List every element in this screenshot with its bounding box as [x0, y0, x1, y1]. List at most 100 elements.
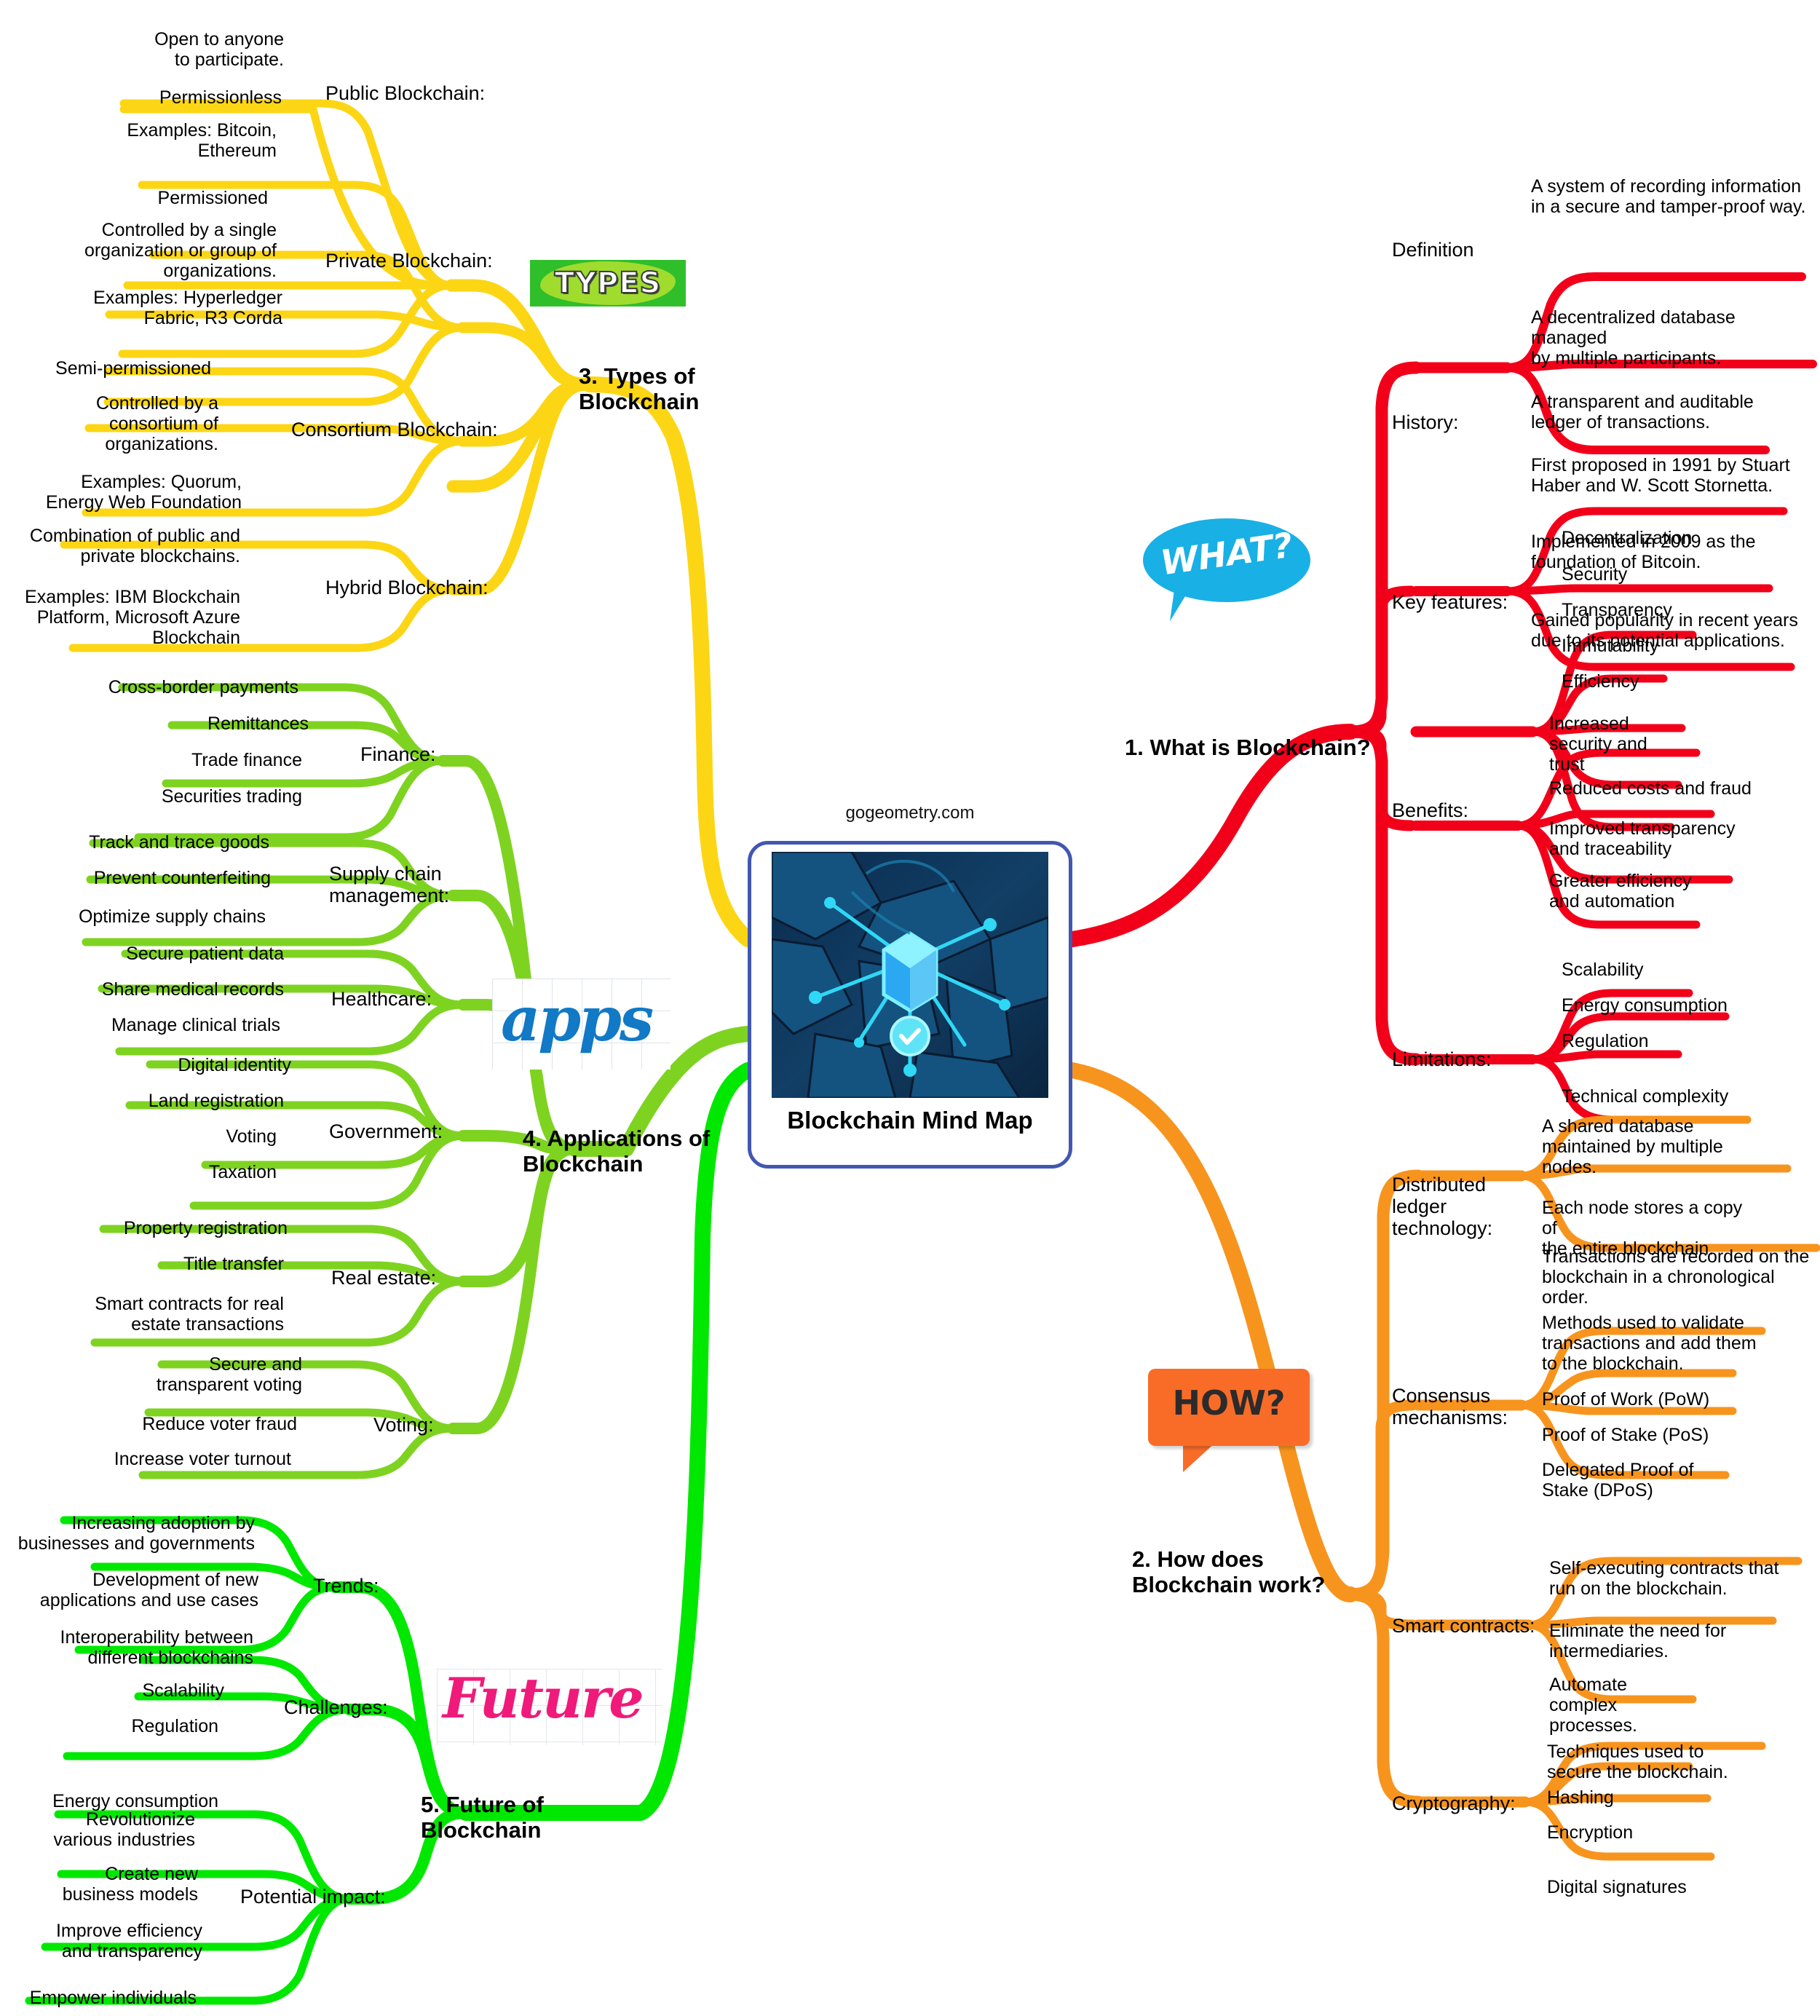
leaf-label: Efficiency [1562, 671, 1639, 692]
leaf-label: Transparency [1562, 600, 1672, 620]
what-speech-bubble: WHAT? [1143, 518, 1310, 625]
leaf-label: Techniques used to secure the blockchain… [1547, 1742, 1728, 1782]
leaf-label: Examples: Quorum, Energy Web Foundation [45, 472, 242, 513]
leaf-label: Energy consumption [1562, 995, 1728, 1016]
types-decoration-image: TYPES [530, 260, 686, 307]
leaf-label: Open to anyone to participate. [154, 29, 284, 70]
leaf-label: Cross-border payments [108, 677, 298, 697]
leaf-label: Title transfer [183, 1254, 284, 1274]
sub-label-voting[interactable]: Voting: [373, 1414, 534, 1436]
sub-label-smart-contracts[interactable]: Smart contracts: [1392, 1615, 1559, 1637]
sub-label-consortium-blockchain[interactable]: Consortium Blockchain: [291, 419, 553, 440]
leaf-label: Increasing adoption by businesses and go… [17, 1513, 255, 1554]
leaf-label: Scalability [142, 1680, 224, 1701]
leaf-label: Reduce voter fraud [142, 1414, 297, 1434]
leaf-label: Examples: Hyperledger Fabric, R3 Corda [93, 288, 282, 328]
sub-label-challenges[interactable]: Challenges: [284, 1696, 444, 1718]
sub-label-hybrid-blockchain[interactable]: Hybrid Blockchain: [325, 577, 537, 598]
branch-label-future-of-blockchain[interactable]: 5. Future of Blockchain [421, 1792, 588, 1843]
leaf-label: Improve efficiency and transparency [55, 1921, 202, 1961]
branch-label-how-does-blockchain-work[interactable]: 2. How does Blockchain work? [1132, 1546, 1343, 1597]
leaf-label: Voting [226, 1126, 277, 1147]
leaf-label: Increased security and trust [1549, 713, 1647, 775]
branch-label-what-is-blockchain[interactable]: 1. What is Blockchain? [1125, 735, 1372, 761]
leaf-label: Decentralization [1562, 528, 1693, 548]
apps-decoration-label: apps [501, 983, 654, 1055]
sub-label-key-features[interactable]: Key features: [1392, 591, 1530, 613]
leaf-label: Improved transparency and traceability [1549, 818, 1736, 859]
leaf-label: Examples: Bitcoin, Ethereum [127, 120, 277, 161]
leaf-label: Transactions are recorded on the blockch… [1542, 1246, 1810, 1308]
leaf-label: Optimize supply chains [78, 906, 266, 927]
leaf-label: Regulation [1562, 1031, 1649, 1051]
leaf-label: Smart contracts for real estate transact… [95, 1294, 284, 1335]
leaf-label: Examples: IBM Blockchain Platform, Micro… [25, 587, 240, 648]
leaf-label: Automate complex processes. [1549, 1675, 1637, 1736]
leaf-label: Combination of public and private blockc… [29, 526, 240, 566]
leaf-label: Reduced costs and fraud [1549, 778, 1752, 799]
sub-label-trends[interactable]: Trends: [313, 1575, 473, 1597]
leaf-label: First proposed in 1991 by Stuart Haber a… [1531, 455, 1790, 496]
sub-label-potential-impact[interactable]: Potential impact: [240, 1886, 444, 1908]
leaf-label: Eliminate the need for intermediaries. [1549, 1621, 1727, 1661]
sub-label-consensus-mechanisms[interactable]: Consensus mechanisms: [1392, 1385, 1523, 1428]
sub-label-definition[interactable]: Definition [1392, 239, 1523, 261]
leaf-label: Digital identity [178, 1055, 291, 1075]
wire-yellow-trunk [582, 376, 756, 947]
leaf-label: Interoperability between different block… [60, 1627, 253, 1668]
leaf-label: Self-executing contracts that run on the… [1549, 1558, 1779, 1599]
leaf-label: Technical complexity [1562, 1086, 1729, 1107]
sub-label-benefits[interactable]: Benefits: [1392, 799, 1508, 821]
leaf-label: Revolutionize various industries [53, 1809, 195, 1850]
leaf-label: A system of recording information in a s… [1531, 176, 1806, 217]
leaf-label: A shared database maintained by multiple… [1542, 1116, 1723, 1177]
mind-map-canvas: gogeometry.com Blockchain Mind Map TYPES… [0, 0, 1820, 2016]
leaf-label: Methods used to validate transactions an… [1542, 1313, 1757, 1374]
sub-label-private-blockchain[interactable]: Private Blockchain: [325, 250, 537, 272]
leaf-label: Security [1562, 564, 1628, 585]
sub-label-supply-chain-management[interactable]: Supply chain management: [329, 863, 489, 906]
sub-label-public-blockchain[interactable]: Public Blockchain: [325, 82, 537, 104]
leaf-label: Greater efficiency and automation [1549, 871, 1692, 912]
leaf-label: Energy consumption [52, 1791, 218, 1811]
how-speech-bubble: HOW? [1148, 1369, 1310, 1472]
wire-orange-trunk [1064, 1062, 1358, 1602]
how-bubble-label: HOW? [1172, 1383, 1286, 1423]
leaf-label: Track and trace goods [89, 832, 269, 853]
leaf-label: Land registration [148, 1091, 284, 1111]
sub-label-distributed-ledger-technology[interactable]: Distributed ledger technology: [1392, 1174, 1523, 1240]
leaf-label: Securities trading [161, 786, 302, 807]
leaf-label: Increase voter turnout [114, 1449, 291, 1469]
future-decoration-image: Future [437, 1669, 662, 1745]
future-decoration-label: Future [443, 1669, 644, 1731]
leaf-label: Empower individuals [29, 1988, 197, 2008]
leaf-label: A transparent and auditable ledger of tr… [1531, 392, 1754, 432]
central-topic-node[interactable]: Blockchain Mind Map [748, 841, 1072, 1169]
leaf-label: Property registration [123, 1218, 288, 1238]
leaf-label: A decentralized database managed by mult… [1531, 307, 1736, 368]
leaf-label: Manage clinical trials [111, 1015, 280, 1035]
leaf-label: Taxation [208, 1162, 277, 1182]
blockchain-network-image [772, 852, 1048, 1098]
sub-label-cryptography[interactable]: Cryptography: [1392, 1792, 1552, 1814]
bubble-tail [1183, 1442, 1216, 1472]
leaf-label: Secure patient data [126, 944, 284, 964]
sub-label-government[interactable]: Government: [329, 1120, 489, 1142]
leaf-label: Prevent counterfeiting [93, 868, 271, 888]
types-decoration-label: TYPES [554, 266, 662, 301]
source-credit: gogeometry.com [845, 803, 975, 823]
leaf-label: Regulation [131, 1716, 218, 1736]
branch-label-types-of-blockchain[interactable]: 3. Types of Blockchain [579, 363, 746, 414]
sub-label-finance[interactable]: Finance: [360, 743, 521, 765]
sub-label-healthcare[interactable]: Healthcare: [331, 988, 491, 1010]
leaf-label: Encryption [1547, 1822, 1634, 1843]
branch-label-applications-of-blockchain[interactable]: 4. Applications of Blockchain [523, 1126, 719, 1177]
sub-label-limitations[interactable]: Limitations: [1392, 1048, 1523, 1070]
leaf-label: Share medical records [101, 979, 284, 1000]
leaf-label: Controlled by a single organization or g… [84, 220, 277, 281]
leaf-label: Proof of Work (PoW) [1542, 1389, 1710, 1410]
leaf-label: Development of new applications and use … [39, 1570, 258, 1610]
sub-label-real-estate[interactable]: Real estate: [331, 1267, 491, 1289]
sub-label-history[interactable]: History: [1392, 411, 1508, 433]
leaf-label: Controlled by a consortium of organizati… [95, 393, 218, 454]
